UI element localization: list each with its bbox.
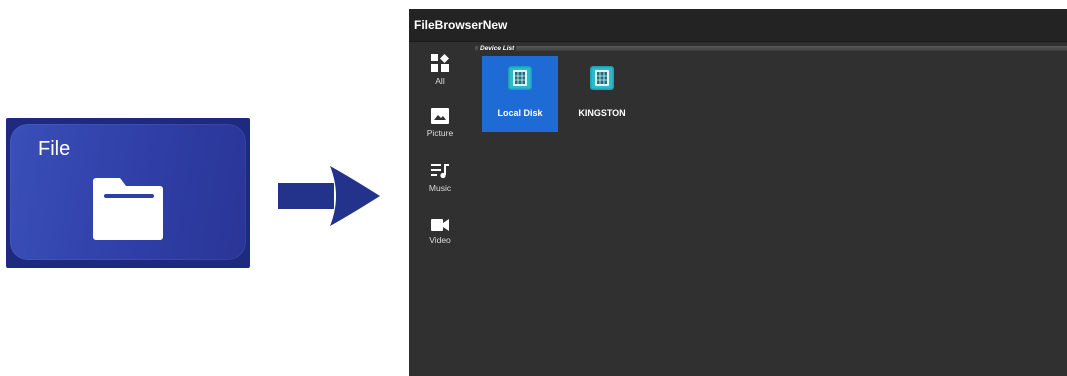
file-browser-window: FileBrowserNew All Picture Music Video D… [409, 9, 1067, 376]
right-arrow-icon [278, 166, 380, 226]
device-list-bar [475, 46, 1067, 51]
file-app-label: File [38, 138, 71, 160]
device-label-local-disk: Local Disk [497, 108, 543, 118]
sidebar-item-video[interactable]: Video [409, 219, 471, 245]
sidebar-item-picture[interactable]: Picture [409, 108, 471, 138]
sidebar-label-video: Video [429, 235, 451, 245]
file-app-tile[interactable]: File [10, 124, 246, 260]
music-list-icon [431, 164, 449, 179]
sidebar-label-all: All [435, 76, 445, 86]
sidebar-item-all[interactable]: All [409, 54, 471, 86]
sidebar-label-music: Music [428, 183, 452, 193]
disk-icon [508, 66, 532, 90]
dashboard-icon [431, 54, 449, 72]
image-icon [431, 108, 449, 124]
videocam-icon [431, 219, 449, 231]
device-local-disk[interactable]: Local Disk [482, 56, 558, 132]
device-label-kingston: KINGSTON [578, 108, 626, 118]
title-bar: FileBrowserNew [409, 9, 1067, 42]
disk-icon [590, 66, 614, 90]
sidebar-label-picture: Picture [426, 128, 454, 138]
folder-icon [93, 178, 163, 240]
sidebar-item-music[interactable]: Music [409, 163, 471, 193]
app-title: FileBrowserNew [414, 18, 508, 32]
sidebar: All Picture Music Video [409, 42, 471, 376]
device-list-label: Device List [478, 45, 517, 52]
device-kingston[interactable]: KINGSTON [564, 56, 640, 132]
